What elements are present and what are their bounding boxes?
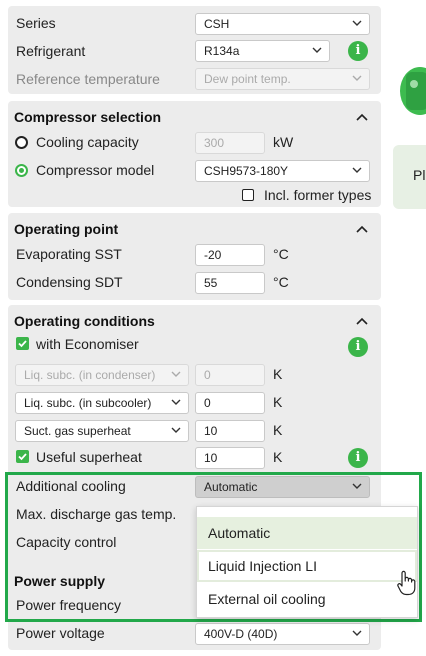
liq-subc-condenser-value: Liq. subc. (in condenser): [24, 368, 156, 382]
chevron-down-icon: [312, 47, 322, 53]
refrigerant-value: R134a: [204, 44, 240, 58]
operating-conditions-title: Operating conditions: [14, 313, 155, 329]
useful-superheat-input[interactable]: 10: [195, 447, 265, 469]
option-external-oil-cooling[interactable]: External oil cooling: [197, 583, 417, 615]
economiser-info-icon[interactable]: i: [348, 337, 368, 357]
refrigerant-select[interactable]: R134a: [195, 40, 330, 62]
check-icon: [18, 453, 27, 461]
suction-gas-superheat-unit: K: [273, 422, 283, 438]
chevron-up-icon[interactable]: [355, 316, 369, 326]
option-automatic[interactable]: Automatic: [197, 517, 417, 549]
general-panel: Series CSH Refrigerant R134a i Reference…: [8, 6, 381, 94]
hand-cursor-icon: [397, 570, 416, 596]
compressor-selection-title: Compressor selection: [14, 109, 162, 125]
compressor-model-value: CSH9573-180Y: [204, 164, 289, 178]
chevron-down-icon: [352, 75, 362, 81]
cooling-capacity-value: 300: [204, 136, 225, 150]
series-select[interactable]: CSH: [195, 13, 370, 35]
power-voltage-value: 400V-D (40D): [204, 627, 278, 641]
chevron-up-icon[interactable]: [355, 112, 369, 122]
liq-subc-subcooler-value: Liq. subc. (in subcooler): [24, 396, 152, 410]
compressor-model-radio[interactable]: [15, 164, 28, 177]
side-card: Pl: [393, 145, 426, 209]
useful-superheat-unit: K: [273, 449, 283, 465]
compressor-selection-panel: Compressor selection Cooling capacity 30…: [8, 101, 381, 207]
useful-superheat-checkbox[interactable]: [16, 450, 29, 463]
condensing-sdt-label: Condensing SDT: [16, 274, 123, 290]
liq-subc-condenser-unit: K: [273, 366, 283, 382]
chevron-down-icon: [171, 371, 181, 377]
chevron-down-icon: [352, 630, 362, 636]
evaporating-sst-input[interactable]: -20: [195, 244, 265, 266]
condensing-sdt-unit: °C: [273, 274, 289, 290]
cooling-capacity-unit: kW: [273, 134, 294, 150]
chevron-down-icon: [352, 20, 362, 26]
cooling-capacity-radio[interactable]: [15, 136, 28, 149]
suction-gas-superheat-select[interactable]: Suct. gas superheat: [15, 420, 189, 442]
refrigerant-info-icon[interactable]: i: [348, 41, 368, 61]
side-card-text: Pl: [413, 167, 426, 183]
evaporating-sst-label: Evaporating SST: [16, 246, 122, 262]
additional-cooling-dropdown[interactable]: Automatic Liquid Injection LI External o…: [196, 506, 418, 618]
useful-superheat-input-value: 10: [204, 451, 218, 465]
chevron-down-icon: [352, 167, 362, 173]
economiser-label: with Economiser: [36, 336, 139, 352]
liq-subc-condenser-select[interactable]: Liq. subc. (in condenser): [15, 364, 189, 386]
cooling-capacity-input[interactable]: 300: [195, 132, 265, 154]
series-label: Series: [16, 15, 56, 31]
chevron-up-icon[interactable]: [355, 224, 369, 234]
suction-gas-superheat-input[interactable]: 10: [195, 420, 265, 442]
option-liquid-injection[interactable]: Liquid Injection LI: [197, 550, 417, 582]
useful-superheat-info-icon[interactable]: i: [348, 448, 368, 468]
reference-temperature-value: Dew point temp.: [204, 72, 291, 86]
liq-subc-subcooler-select[interactable]: Liq. subc. (in subcooler): [15, 392, 189, 414]
compressor-model-select[interactable]: CSH9573-180Y: [195, 160, 370, 182]
reference-temperature-select[interactable]: Dew point temp.: [195, 68, 370, 90]
cooling-capacity-label: Cooling capacity: [36, 134, 139, 150]
evaporating-sst-value: -20: [204, 248, 222, 262]
liq-subc-condenser-input[interactable]: 0: [195, 364, 265, 386]
incl-former-types-label: Incl. former types: [264, 187, 372, 203]
suction-gas-superheat-input-value: 10: [204, 424, 218, 438]
power-voltage-select[interactable]: 400V-D (40D): [195, 623, 370, 645]
useful-superheat-label: Useful superheat: [36, 449, 142, 465]
compressor-model-label: Compressor model: [36, 162, 155, 178]
power-voltage-label: Power voltage: [16, 625, 105, 641]
liq-subc-subcooler-unit: K: [273, 394, 283, 410]
condensing-sdt-input[interactable]: 55: [195, 272, 265, 294]
incl-former-types-checkbox[interactable]: [242, 189, 254, 201]
liq-subc-subcooler-input[interactable]: 0: [195, 392, 265, 414]
condensing-sdt-value: 55: [204, 276, 218, 290]
operating-point-title: Operating point: [14, 221, 119, 237]
chevron-down-icon: [171, 427, 181, 433]
liq-subc-condenser-input-value: 0: [204, 368, 211, 382]
check-icon: [18, 340, 27, 348]
evaporating-sst-unit: °C: [273, 246, 289, 262]
refrigerant-label: Refrigerant: [16, 43, 86, 59]
suction-gas-superheat-value: Suct. gas superheat: [24, 424, 131, 438]
reference-temperature-label: Reference temperature: [16, 71, 160, 87]
economiser-checkbox[interactable]: [16, 337, 29, 350]
operating-point-panel: Operating point Evaporating SST -20 °C C…: [8, 213, 381, 300]
series-value: CSH: [204, 17, 230, 31]
compressor-image: [400, 67, 426, 115]
liq-subc-subcooler-input-value: 0: [204, 396, 211, 410]
chevron-down-icon: [171, 399, 181, 405]
